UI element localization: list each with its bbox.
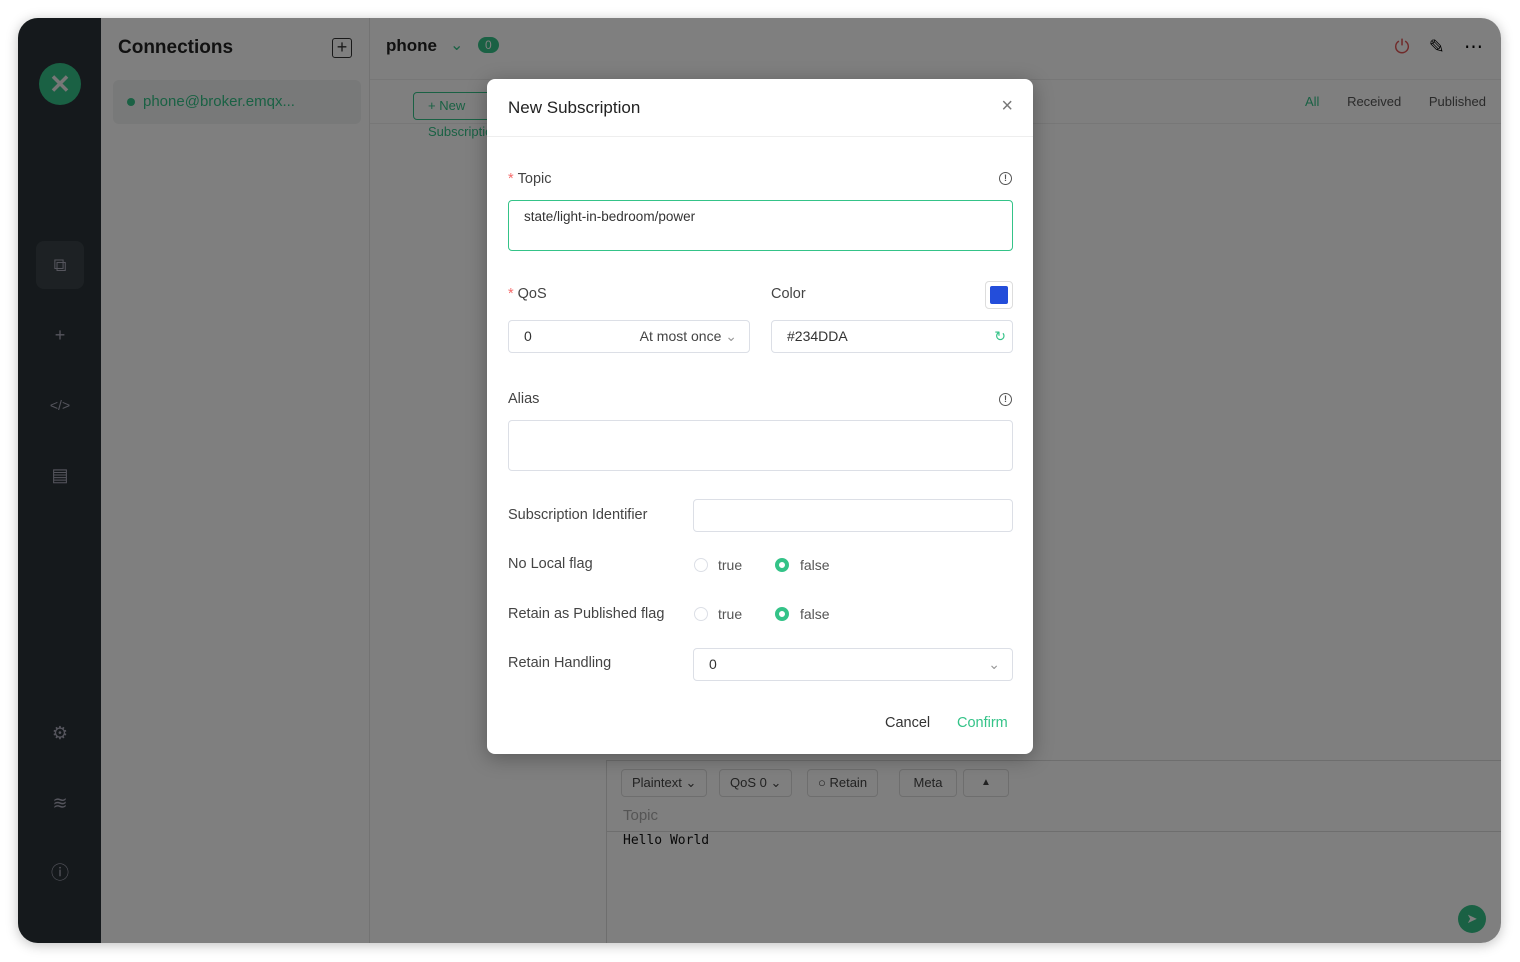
retain-as-published-label: Retain as Published flag <box>508 606 665 622</box>
info-icon[interactable]: ! <box>999 393 1012 406</box>
color-input[interactable]: #234DDA ↻ <box>771 320 1013 353</box>
close-icon[interactable]: × <box>1001 95 1013 118</box>
new-subscription-dialog: New Subscription × * Topic ! state/light-… <box>487 79 1033 754</box>
rap-false-radio[interactable] <box>775 607 789 621</box>
radio-label: true <box>718 557 743 573</box>
radio-label: false <box>800 606 830 622</box>
dialog-title: New Subscription <box>508 98 641 117</box>
alias-input[interactable] <box>508 420 1013 471</box>
no-local-false-radio[interactable] <box>775 558 789 572</box>
subscription-identifier-label: Subscription Identifier <box>508 507 648 523</box>
cancel-button[interactable]: Cancel <box>885 715 930 731</box>
alias-label: Alias <box>508 391 540 407</box>
radio-label: false <box>800 557 830 573</box>
qos-label: * QoS <box>508 286 547 302</box>
rap-true-radio[interactable] <box>694 607 708 621</box>
refresh-icon[interactable]: ↻ <box>994 321 1006 352</box>
radio-label: true <box>718 606 743 622</box>
color-label: Color <box>771 286 806 302</box>
no-local-label: No Local flag <box>508 556 593 572</box>
chevron-down-icon: ⌄ <box>988 656 1000 672</box>
retain-handling-label: Retain Handling <box>508 655 612 671</box>
retain-handling-select[interactable]: 0 ⌄ <box>693 648 1013 681</box>
subscription-identifier-input[interactable] <box>693 499 1013 532</box>
qos-select[interactable]: 0 At most once ⌄ <box>508 320 750 353</box>
color-picker[interactable] <box>985 281 1013 309</box>
confirm-button[interactable]: Confirm <box>957 715 1008 731</box>
topic-input[interactable]: state/light-in-bedroom/power <box>508 200 1013 251</box>
info-icon[interactable]: ! <box>999 172 1012 185</box>
no-local-true-radio[interactable] <box>694 558 708 572</box>
topic-label: * Topic <box>508 171 552 187</box>
